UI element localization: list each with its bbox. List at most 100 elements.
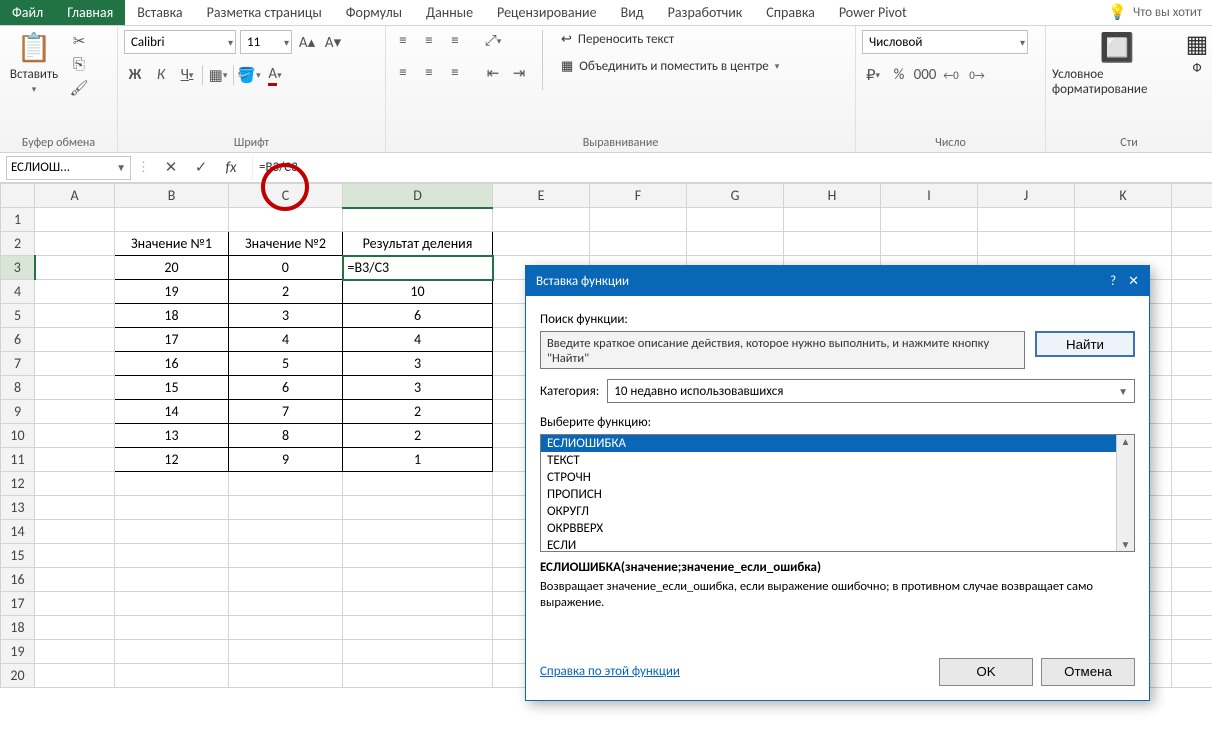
accept-formula-button[interactable]: ✓ [190, 157, 212, 179]
decrease-decimal-button[interactable]: 0→ [966, 64, 988, 86]
function-list-item[interactable]: СТРОЧН [541, 469, 1134, 486]
cell[interactable] [881, 208, 978, 232]
function-list-item[interactable]: ОКРУГЛ [541, 503, 1134, 520]
cell[interactable] [35, 448, 115, 472]
cell[interactable] [115, 496, 229, 520]
col-header[interactable]: I [881, 184, 978, 208]
cell[interactable] [35, 544, 115, 568]
row-header[interactable]: 6 [1, 328, 35, 352]
align-right-button[interactable]: ≡ [444, 62, 466, 84]
cell[interactable] [1172, 472, 1212, 496]
conditional-format-button[interactable]: 🔲 Условное форматирование [1052, 30, 1182, 97]
cell[interactable] [1172, 328, 1212, 352]
find-button[interactable]: Найти [1035, 331, 1135, 357]
cell[interactable]: 3 [343, 352, 493, 376]
cell[interactable] [115, 568, 229, 592]
font-color-button[interactable]: A▾ [264, 64, 286, 86]
cell[interactable]: 2 [343, 424, 493, 448]
format-table-button[interactable]: ▦ Ф [1188, 30, 1206, 76]
cell[interactable] [35, 232, 115, 256]
cell[interactable] [35, 400, 115, 424]
name-box[interactable]: ЕСЛИОШ... ▼ [6, 156, 131, 180]
category-select[interactable]: 10 недавно использовавшихся ▼ [607, 379, 1135, 403]
cell[interactable] [590, 232, 687, 256]
tell-me-search[interactable]: 💡 Что вы хотит [1098, 0, 1212, 25]
cell[interactable] [1172, 592, 1212, 616]
cell[interactable] [115, 592, 229, 616]
cell[interactable] [1172, 352, 1212, 376]
cell[interactable] [229, 496, 343, 520]
cell[interactable] [343, 472, 493, 496]
cell[interactable] [1172, 616, 1212, 640]
tab-view[interactable]: Вид [609, 0, 656, 25]
font-size-combo[interactable]: 11▾ [240, 30, 292, 54]
search-function-input[interactable]: Введите краткое описание действия, котор… [540, 331, 1025, 369]
cell[interactable] [343, 496, 493, 520]
tab-help[interactable]: Справка [754, 0, 827, 25]
col-header[interactable]: A [35, 184, 115, 208]
cell[interactable]: 2 [343, 400, 493, 424]
col-header-active[interactable]: D [343, 184, 493, 208]
cell[interactable] [115, 616, 229, 640]
function-list-item[interactable]: ОКРВВЕРХ [541, 520, 1134, 537]
cell[interactable]: 14 [115, 400, 229, 424]
tab-file[interactable]: Файл [0, 0, 55, 25]
cell[interactable] [35, 424, 115, 448]
cell[interactable]: 4 [343, 328, 493, 352]
cell[interactable] [115, 544, 229, 568]
col-header[interactable]: C [229, 184, 343, 208]
cell[interactable]: 6 [343, 304, 493, 328]
increase-indent-button[interactable]: ⇥ [508, 62, 530, 84]
cell[interactable] [115, 520, 229, 544]
col-header[interactable]: H [784, 184, 881, 208]
increase-decimal-button[interactable]: ←0 [940, 64, 962, 86]
align-middle-button[interactable]: ≡ [418, 30, 440, 52]
bold-button[interactable]: Ж [124, 64, 146, 86]
cell[interactable] [35, 520, 115, 544]
cell[interactable]: Результат деления [343, 232, 493, 256]
row-header[interactable]: 1 [1, 208, 35, 232]
cell[interactable]: 0 [229, 256, 343, 280]
copy-button[interactable]: ⎘ [68, 54, 90, 76]
tab-data[interactable]: Данные [414, 0, 485, 25]
cell[interactable] [35, 352, 115, 376]
row-header[interactable]: 10 [1, 424, 35, 448]
cell[interactable] [229, 208, 343, 232]
paste-button[interactable]: 📋 Вставить ▾ [6, 30, 62, 95]
cell[interactable] [229, 640, 343, 664]
fill-color-button[interactable]: 🪣▾ [238, 64, 260, 86]
cell[interactable]: 3 [229, 304, 343, 328]
cell[interactable]: 1 [343, 448, 493, 472]
cell[interactable] [115, 664, 229, 688]
scroll-up-icon[interactable]: ▲ [1121, 435, 1131, 448]
cell[interactable]: 20 [115, 256, 229, 280]
cell[interactable]: 9 [229, 448, 343, 472]
cell[interactable] [1172, 400, 1212, 424]
cell[interactable]: 18 [115, 304, 229, 328]
col-header[interactable]: K [1075, 184, 1172, 208]
cell[interactable] [229, 592, 343, 616]
cell[interactable] [1172, 664, 1212, 688]
cell[interactable] [115, 208, 229, 232]
row-header[interactable]: 9 [1, 400, 35, 424]
cell[interactable] [1172, 424, 1212, 448]
cell[interactable] [1172, 568, 1212, 592]
cell[interactable] [784, 232, 881, 256]
cell[interactable] [35, 592, 115, 616]
cancel-formula-button[interactable]: ✕ [160, 157, 182, 179]
insert-function-button[interactable]: fx [220, 157, 242, 179]
dialog-titlebar[interactable]: Вставка функции ? ✕ [526, 266, 1149, 296]
cell[interactable]: Значение №1 [115, 232, 229, 256]
cell[interactable] [343, 208, 493, 232]
cell[interactable]: 6 [229, 376, 343, 400]
select-all-corner[interactable] [1, 184, 35, 208]
cell[interactable]: 16 [115, 352, 229, 376]
row-header[interactable]: 4 [1, 280, 35, 304]
cell[interactable] [115, 472, 229, 496]
cell[interactable]: 17 [115, 328, 229, 352]
wrap-text-button[interactable]: ↩ Переносить текст [555, 30, 785, 49]
row-header[interactable]: 11 [1, 448, 35, 472]
row-header[interactable]: 18 [1, 616, 35, 640]
cell[interactable] [35, 376, 115, 400]
cell[interactable] [1172, 544, 1212, 568]
